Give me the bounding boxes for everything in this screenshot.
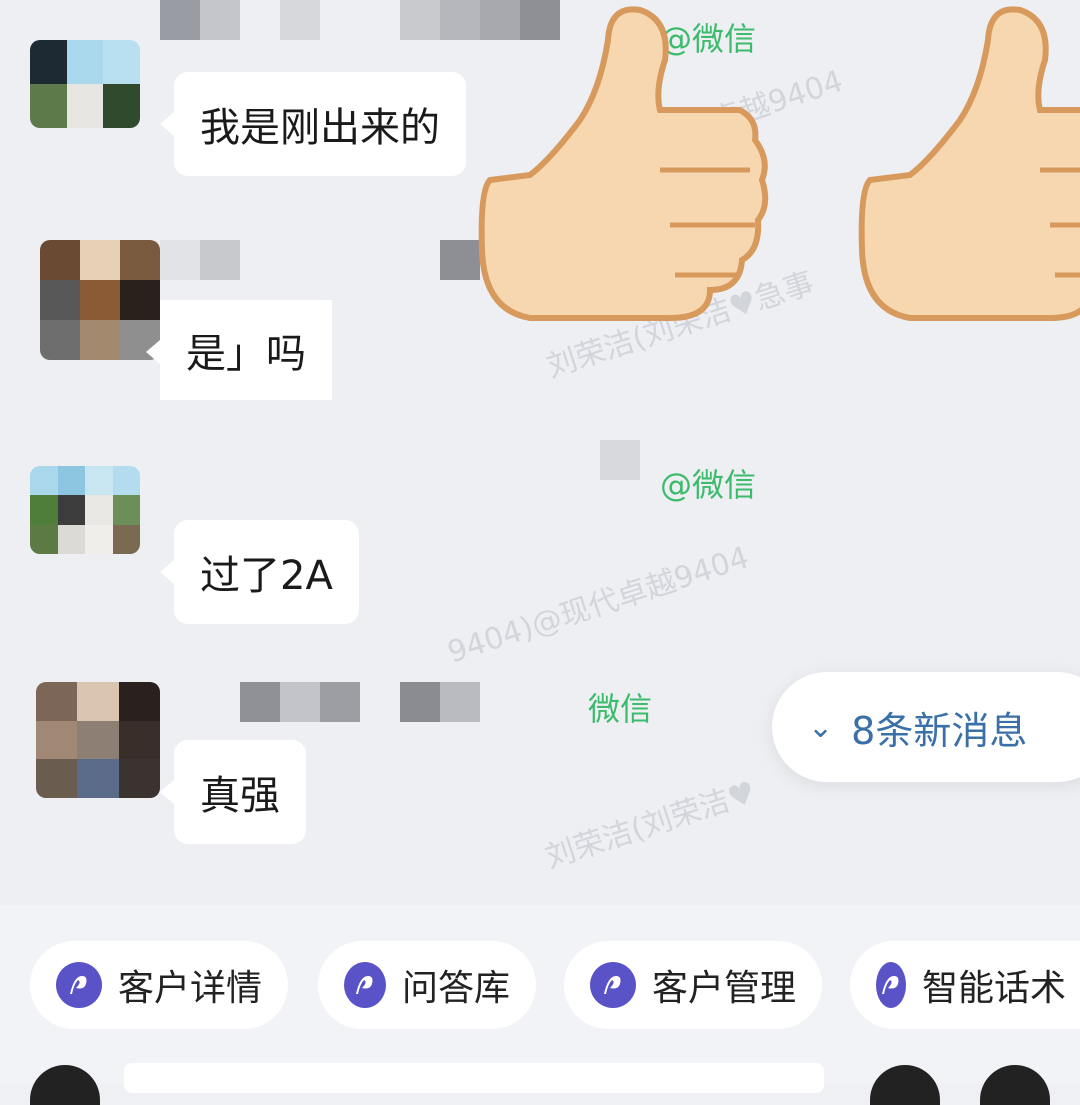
new-messages-button[interactable]: ⌄ 8条新消息 [772,672,1080,782]
assistant-logo-icon [56,962,102,1008]
tool-smart-scripts-button[interactable]: 智能话术 [850,941,1080,1029]
tool-label: 客户详情 [117,968,262,1009]
tool-label: 问答库 [401,968,510,1009]
message-bubble[interactable]: 真强 [160,740,306,844]
tool-qa-library-button[interactable]: 问答库 [318,941,536,1029]
message-bubble[interactable]: 过了2A [160,520,359,624]
emoji-button-partial[interactable] [870,1065,940,1105]
avatar[interactable] [30,466,140,554]
avatar[interactable] [30,40,140,128]
tool-customer-management-button[interactable]: 客户管理 [564,941,822,1029]
watermark: 9404)@现代卓越9404 [443,540,754,671]
assistant-logo-icon [344,962,386,1008]
message-bubble[interactable]: 我是刚出来的 [160,72,466,176]
chevron-double-down-icon: ⌄ [808,709,834,745]
new-messages-label: 8条新消息 [851,708,1028,753]
quick-tools-bar: 客户详情 问答库 客户管理 智能话术 [0,905,1080,1105]
chat-area: 刘荣洁(刘荣洁♥急事 9404)@现代卓越9404 刘荣洁(刘荣洁♥ @现代卓越… [0,0,1080,905]
thumbs-up-icon [858,6,1080,321]
assistant-logo-icon [876,962,906,1008]
tool-label: 客户管理 [651,968,796,1009]
sender-name-blurred [240,682,360,722]
assistant-logo-icon [590,962,636,1008]
tool-label: 智能话术 [922,968,1067,1009]
sender-name-blurred [160,240,240,280]
source-tag: @微信 [660,466,757,504]
avatar[interactable] [36,682,160,798]
message-input-partial[interactable] [124,1063,824,1093]
more-button-partial[interactable] [980,1065,1050,1105]
message-bubble[interactable]: 是」吗 [146,300,332,400]
sender-name-blurred [400,682,480,722]
avatar[interactable] [40,240,160,360]
thumbs-up-icon [478,6,769,321]
voice-button-partial[interactable] [30,1065,100,1105]
source-tag: 微信 [588,690,653,728]
sender-name-blurred [600,440,640,480]
watermark: 刘荣洁(刘荣洁♥ [541,774,760,876]
tool-customer-details-button[interactable]: 客户详情 [30,941,288,1029]
